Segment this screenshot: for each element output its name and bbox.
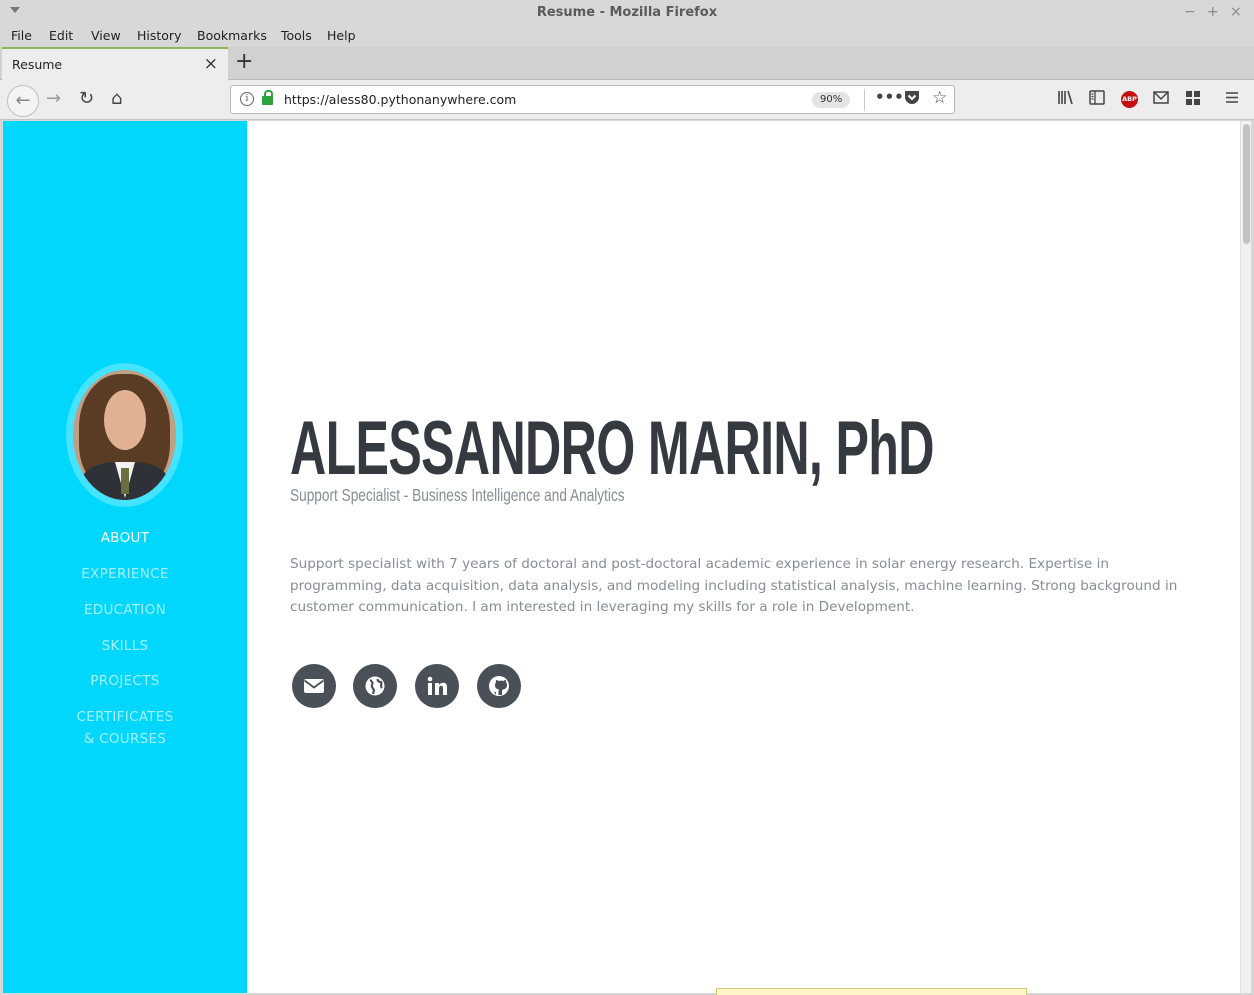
avatar-face bbox=[104, 390, 146, 450]
sidebar-item-education[interactable]: EDUCATION bbox=[3, 602, 247, 618]
about-text: Support specialist with 7 years of docto… bbox=[290, 556, 1178, 615]
forward-icon[interactable]: → bbox=[46, 89, 61, 109]
site-info-icon[interactable]: i bbox=[240, 92, 254, 106]
lock-icon bbox=[262, 90, 273, 105]
email-link[interactable] bbox=[292, 664, 336, 708]
sidebar-toggle-icon[interactable] bbox=[1089, 90, 1105, 109]
page-subtitle: Support Specialist - Business Intelligen… bbox=[290, 485, 625, 505]
mail-icon[interactable] bbox=[1153, 90, 1169, 108]
sidebar-item-skills[interactable]: SKILLS bbox=[3, 638, 247, 654]
page-viewport: ABOUT EXPERIENCE EDUCATION SKILLS PROJEC… bbox=[3, 121, 1251, 993]
sidebar-item-about[interactable]: ABOUT bbox=[3, 530, 247, 546]
github-link[interactable] bbox=[477, 664, 521, 708]
menu-bookmarks[interactable]: Bookmarks bbox=[197, 28, 267, 43]
scrollbar-thumb[interactable] bbox=[1243, 124, 1250, 244]
menu-help[interactable]: Help bbox=[327, 28, 356, 43]
window-title: Resume - Mozilla Firefox bbox=[536, 5, 718, 20]
minimize-icon[interactable]: − bbox=[1184, 4, 1196, 20]
sidebar-item-certificates[interactable]: CERTIFICATES bbox=[3, 709, 247, 725]
status-tooltip bbox=[716, 988, 1027, 995]
resume-sidebar: ABOUT EXPERIENCE EDUCATION SKILLS PROJEC… bbox=[3, 121, 247, 993]
page-scrollbar[interactable] bbox=[1240, 121, 1251, 993]
github-icon bbox=[489, 676, 509, 696]
window-titlebar: Resume - Mozilla Firefox − + × bbox=[0, 0, 1254, 25]
envelope-icon bbox=[303, 679, 325, 693]
menu-edit[interactable]: Edit bbox=[49, 28, 73, 43]
maximize-icon[interactable]: + bbox=[1207, 4, 1219, 20]
page-title: ALESSANDRO MARIN, PhD bbox=[290, 406, 934, 491]
hamburger-menu-icon[interactable] bbox=[1225, 90, 1239, 108]
profile-avatar bbox=[66, 363, 183, 507]
linkedin-link[interactable] bbox=[415, 664, 459, 708]
back-icon[interactable]: ← bbox=[7, 85, 39, 117]
tab-label: Resume bbox=[12, 57, 63, 72]
library-icon[interactable] bbox=[1057, 90, 1074, 109]
globe-icon bbox=[365, 676, 385, 696]
menu-bar: File Edit View History Bookmarks Tools H… bbox=[0, 25, 1254, 47]
pocket-icon[interactable] bbox=[904, 90, 920, 109]
sidebar-item-courses[interactable]: & COURSES bbox=[3, 731, 247, 747]
url-text[interactable]: https://aless80.pythonanywhere.com bbox=[284, 92, 516, 107]
menu-history[interactable]: History bbox=[137, 28, 181, 43]
new-tab-icon[interactable]: + bbox=[235, 49, 253, 74]
url-bar[interactable]: i https://aless80.pythonanywhere.com 90%… bbox=[230, 85, 955, 114]
sidebar-item-experience[interactable]: EXPERIENCE bbox=[3, 566, 247, 582]
adblock-plus-icon[interactable]: ABP bbox=[1121, 91, 1138, 108]
reload-icon[interactable]: ↻ bbox=[79, 89, 94, 109]
menu-tools[interactable]: Tools bbox=[281, 28, 312, 43]
linkedin-icon bbox=[427, 676, 447, 695]
menu-file[interactable]: File bbox=[11, 28, 32, 43]
page-actions-icon[interactable]: ••• bbox=[875, 88, 904, 106]
close-window-icon[interactable]: × bbox=[1230, 4, 1242, 20]
tab-resume[interactable]: Resume × bbox=[2, 47, 228, 80]
zoom-level-badge[interactable]: 90% bbox=[812, 92, 851, 108]
bookmark-star-icon[interactable]: ☆ bbox=[932, 88, 947, 108]
url-bar-separator bbox=[864, 89, 865, 111]
close-tab-icon[interactable]: × bbox=[204, 54, 218, 74]
avatar-tie bbox=[121, 468, 129, 494]
sidebar-item-projects[interactable]: PROJECTS bbox=[3, 673, 247, 689]
navigation-toolbar: ← → ↻ ⌂ i https://aless80.pythonanywhere… bbox=[0, 80, 1254, 120]
tab-strip: Resume × + bbox=[0, 47, 1254, 80]
home-icon[interactable]: ⌂ bbox=[111, 89, 122, 109]
menu-view[interactable]: View bbox=[91, 28, 121, 43]
website-link[interactable] bbox=[353, 664, 397, 708]
apps-icon[interactable] bbox=[1185, 90, 1201, 110]
